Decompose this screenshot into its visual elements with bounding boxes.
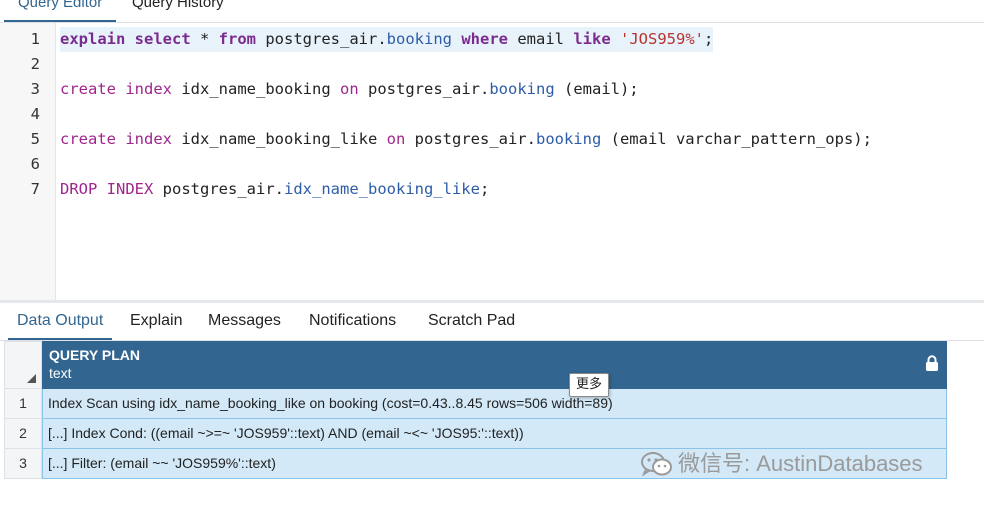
code-line[interactable]: 1 explain select * from postgres_air.book…	[0, 27, 984, 52]
code-token: idx_name_booking	[172, 80, 340, 98]
code-token: create	[60, 130, 116, 148]
code-token: email	[508, 30, 574, 48]
editor-tabs: Query Editor Query History	[0, 0, 984, 23]
code-token: idx_name_booking_like	[172, 130, 387, 148]
code-token: booking	[535, 130, 602, 148]
line-number: 2	[30, 55, 40, 73]
column-type: text	[49, 365, 72, 381]
tab-label: Query Editor	[18, 0, 103, 11]
results-grid: QUERY PLAN text 1 Index Scan using idx_n…	[0, 341, 984, 506]
column-name: QUERY PLAN	[49, 347, 141, 363]
wechat-icon	[641, 452, 672, 477]
code-token: index	[125, 80, 173, 98]
code-line[interactable]: 5 create index idx_name_booking_like on p…	[0, 127, 984, 152]
code-line[interactable]: 3 create index idx_name_booking on postgr…	[0, 77, 984, 102]
code-token: postgres_air.	[256, 30, 387, 48]
column-header-query-plan[interactable]: QUERY PLAN text	[42, 341, 947, 389]
code-text: create index idx_name_booking_like on po…	[60, 127, 872, 152]
line-number: 3	[30, 80, 40, 98]
table-row[interactable]: 1 Index Scan using idx_name_booking_like…	[4, 389, 947, 419]
sql-editor[interactable]: 1 explain select * from postgres_air.book…	[0, 23, 984, 300]
code-token: on	[386, 130, 406, 148]
code-token: booking	[386, 30, 452, 48]
code-token: postgres_air.	[153, 180, 284, 198]
code-token: postgres_air.	[358, 80, 490, 98]
code-token: idx_name_booking_like	[284, 180, 480, 198]
tab-label: Messages	[208, 312, 281, 329]
code-token: ;	[479, 180, 490, 198]
lock-icon	[926, 355, 938, 371]
code-text: explain select * from postgres_air.booki…	[60, 27, 714, 52]
query-plan-cell[interactable]: Index Scan using idx_name_booking_like o…	[42, 389, 947, 419]
output-tabs: Data Output Explain Messages Notificatio…	[0, 303, 984, 341]
code-token: from	[218, 30, 256, 48]
corner-triangle-icon	[27, 374, 36, 383]
tab-scratch-pad[interactable]: Scratch Pad	[428, 303, 515, 340]
row-number[interactable]: 1	[4, 389, 42, 419]
code-token: 'JOS959%'	[620, 30, 704, 48]
code-token: on	[340, 80, 359, 98]
line-number: 5	[30, 130, 40, 148]
code-text: create index idx_name_booking on postgre…	[60, 77, 639, 102]
code-token: index	[125, 130, 173, 148]
row-number[interactable]: 3	[4, 449, 42, 479]
code-token: where	[461, 30, 508, 48]
tab-label: Query History	[132, 0, 224, 11]
code-token: *	[190, 30, 219, 48]
code-token: (email varchar_pattern_ops);	[601, 130, 872, 148]
line-number: 7	[30, 180, 40, 198]
line-number: 4	[30, 105, 40, 123]
tab-label: Data Output	[17, 312, 104, 329]
code-text: DROP INDEX postgres_air.idx_name_booking…	[60, 177, 489, 202]
code-token: (email);	[554, 80, 639, 98]
tab-label: Scratch Pad	[428, 312, 516, 329]
code-line[interactable]: 4	[0, 102, 984, 127]
code-token: booking	[489, 80, 555, 98]
select-all-corner[interactable]	[4, 341, 42, 389]
query-plan-cell[interactable]: [...] Index Cond: ((email ~>=~ 'JOS959':…	[42, 419, 947, 449]
code-token: postgres_air.	[405, 130, 536, 148]
row-number[interactable]: 2	[4, 419, 42, 449]
watermark-text: 微信号: AustinDatabases	[678, 451, 923, 476]
tab-query-editor[interactable]: Query Editor	[4, 0, 117, 22]
code-line[interactable]: 7 DROP INDEX postgres_air.idx_name_bookin…	[0, 177, 984, 202]
table-row[interactable]: 2 [...] Index Cond: ((email ~>=~ 'JOS959…	[4, 419, 947, 449]
tab-label: Explain	[130, 312, 183, 329]
tab-messages[interactable]: Messages	[208, 303, 281, 340]
tab-data-output[interactable]: Data Output	[8, 303, 113, 340]
code-token: DROP	[60, 180, 98, 198]
more-tooltip[interactable]: 更多	[569, 373, 610, 397]
tab-query-history[interactable]: Query History	[118, 0, 238, 22]
line-number: 6	[30, 155, 40, 173]
code-line[interactable]: 2	[0, 52, 984, 77]
code-token: ;	[704, 30, 714, 48]
line-number: 1	[30, 30, 40, 48]
code-line[interactable]: 6	[0, 152, 984, 177]
code-token: create	[60, 80, 116, 98]
tab-label: Notifications	[309, 312, 397, 329]
code-token: explain	[60, 30, 126, 48]
code-token: select	[134, 30, 191, 48]
code-token: INDEX	[106, 180, 154, 198]
code-token: like	[573, 30, 611, 48]
tab-explain[interactable]: Explain	[130, 303, 182, 340]
tab-notifications[interactable]: Notifications	[309, 303, 396, 340]
